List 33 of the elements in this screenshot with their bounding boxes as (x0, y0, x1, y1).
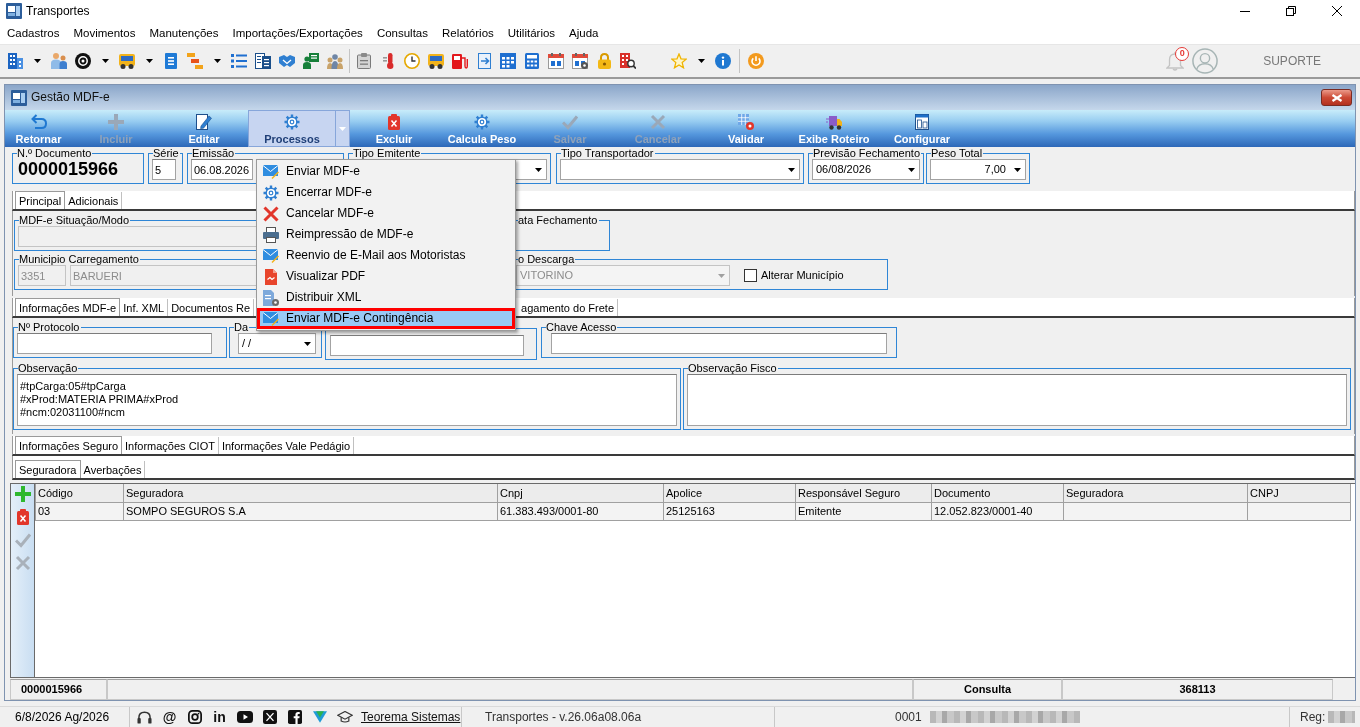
status-text: Consulta (913, 679, 1062, 700)
field-label: o Descarga (518, 254, 576, 265)
table-cell: 61.383.493/0001-80 (497, 502, 664, 520)
field-label: Tipo Emitente (353, 148, 422, 159)
field-label: Nº Protocolo (18, 322, 81, 333)
table-cell: SOMPO SEGUROS S.A (123, 502, 498, 520)
table-cell: 12.052.823/0001-40 (931, 502, 1064, 520)
registration-label: Reg: (1300, 709, 1326, 725)
field-label: Emissão (192, 148, 236, 159)
company-code: 0001 (895, 709, 922, 725)
table-cell: 03 (35, 502, 124, 520)
field-label: Observação Fisco (688, 363, 778, 374)
status-text: 0000015966 (10, 679, 107, 700)
table-cell: 25125163 (663, 502, 796, 520)
date-text: 6/8/2026 Ag/2026 (15, 709, 110, 725)
version-text: Transportes - v.26.06a08.06a (485, 709, 642, 725)
field-label: ata Fechamento (518, 215, 599, 226)
notification-badge: 0 (1175, 47, 1190, 61)
field-label: Previsão Fechamento (813, 148, 921, 159)
field-label: Observação (18, 363, 79, 374)
field-label: N.º Documento (17, 148, 93, 159)
form-title: Gestão MDF-e (31, 90, 110, 105)
field-label: Da (234, 322, 250, 333)
table-cell: Emitente (795, 502, 932, 520)
window-title: Transportes (26, 3, 90, 19)
field-label: Série (153, 148, 180, 159)
field-label: Chave Acesso (546, 322, 618, 333)
field-label: Tipo Transportador (561, 148, 655, 159)
document-number: 0000015966 (17, 159, 120, 180)
field-label: Peso Total (931, 148, 984, 159)
field-label: MDF-e Situação/Modo (19, 215, 131, 226)
status-text: 368113 (1062, 679, 1333, 700)
field-label: Municipio Carregamento (19, 254, 140, 265)
